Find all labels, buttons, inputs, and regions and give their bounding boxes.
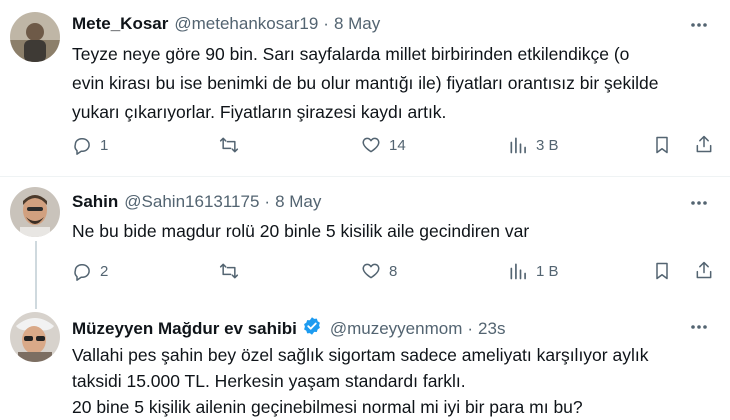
thread-line (35, 241, 37, 309)
timestamp[interactable]: 23s (478, 319, 505, 339)
share-button[interactable] (694, 134, 714, 154)
more-icon[interactable] (686, 12, 712, 38)
like-count: 14 (389, 136, 406, 154)
tweet-text-line: 20 bine 5 kişilik ailenin geçinebilmesi … (72, 397, 583, 417)
verified-badge-icon (302, 316, 322, 341)
reply-button[interactable]: 2 (72, 261, 108, 281)
views-count: 3 B (536, 136, 559, 154)
reply-count: 1 (100, 136, 109, 154)
views-button[interactable]: 3 B (508, 135, 559, 155)
more-icon[interactable] (686, 314, 712, 340)
author-handle[interactable]: @Sahin16131175 (124, 192, 259, 212)
tweet[interactable]: Mete_Kosar @metehankosar19 · 8 May Teyze… (0, 0, 730, 176)
bookmark-button[interactable] (652, 261, 672, 281)
author-name[interactable]: Mete_Kosar (72, 14, 168, 34)
views-icon (510, 263, 526, 280)
tweet[interactable]: Müzeyyen Mağdur ev sahibi @muzeyyenmom ·… (0, 308, 730, 420)
tweet-text-line: evin kirası bu ise benimki de bu olur ma… (72, 73, 659, 93)
bookmark-icon (656, 136, 668, 154)
share-icon (696, 261, 712, 279)
views-button[interactable]: 1 B (508, 261, 559, 281)
separator-dot: · (264, 192, 271, 211)
reply-icon (74, 264, 90, 281)
like-count: 8 (389, 262, 398, 280)
share-button[interactable] (694, 260, 714, 280)
bookmark-button[interactable] (652, 135, 672, 155)
reply-icon (74, 138, 90, 155)
repost-icon (219, 263, 239, 279)
tweet-text: Teyze neye göre 90 bin. Sarı sayfalarda … (72, 40, 722, 127)
reply-count: 2 (100, 262, 109, 280)
heart-icon (362, 137, 380, 153)
more-icon[interactable] (686, 190, 712, 216)
avatar[interactable] (10, 312, 60, 362)
share-icon (696, 135, 712, 153)
avatar[interactable] (10, 187, 60, 237)
tweet-text: Vallahi pes şahin bey özel sağlık sigort… (72, 342, 722, 420)
author-name[interactable]: Müzeyyen Mağdur ev sahibi (72, 319, 297, 339)
separator-dot: · (467, 318, 474, 338)
heart-icon (362, 263, 380, 279)
tweet-text-line: Vallahi pes şahin bey özel sağlık sigort… (72, 345, 649, 365)
author-name[interactable]: Sahin (72, 192, 118, 212)
like-button[interactable]: 8 (361, 261, 397, 281)
tweet-text-line: yukarı çıkarıyorlar. Fiyatların şirazesi… (72, 102, 447, 122)
separator-dot: · (323, 14, 329, 33)
repost-icon (219, 137, 239, 153)
tweet-text-line: Ne bu bide magdur rolü 20 binle 5 kisili… (72, 221, 530, 241)
tweet-text-line: taksidi 15.000 TL. Herkesin yaşam standa… (72, 371, 466, 391)
views-count: 1 B (536, 262, 559, 280)
tweet-text-line: Teyze neye göre 90 bin. Sarı sayfalarda … (72, 44, 630, 64)
views-icon (510, 137, 526, 154)
bookmark-icon (656, 262, 668, 280)
timestamp[interactable]: 8 May (334, 14, 380, 34)
repost-button[interactable] (218, 135, 248, 155)
avatar[interactable] (10, 12, 60, 62)
tweet[interactable]: Sahin @Sahin16131175 · 8 May Ne bu bide … (0, 177, 730, 309)
timestamp[interactable]: 8 May (275, 192, 321, 212)
author-handle[interactable]: @metehankosar19 (174, 14, 318, 34)
tweet-text: Ne bu bide magdur rolü 20 binle 5 kisili… (72, 217, 722, 246)
author-handle[interactable]: @muzeyyenmom (330, 319, 463, 339)
reply-button[interactable]: 1 (72, 135, 108, 155)
like-button[interactable]: 14 (361, 135, 406, 155)
repost-button[interactable] (218, 261, 248, 281)
